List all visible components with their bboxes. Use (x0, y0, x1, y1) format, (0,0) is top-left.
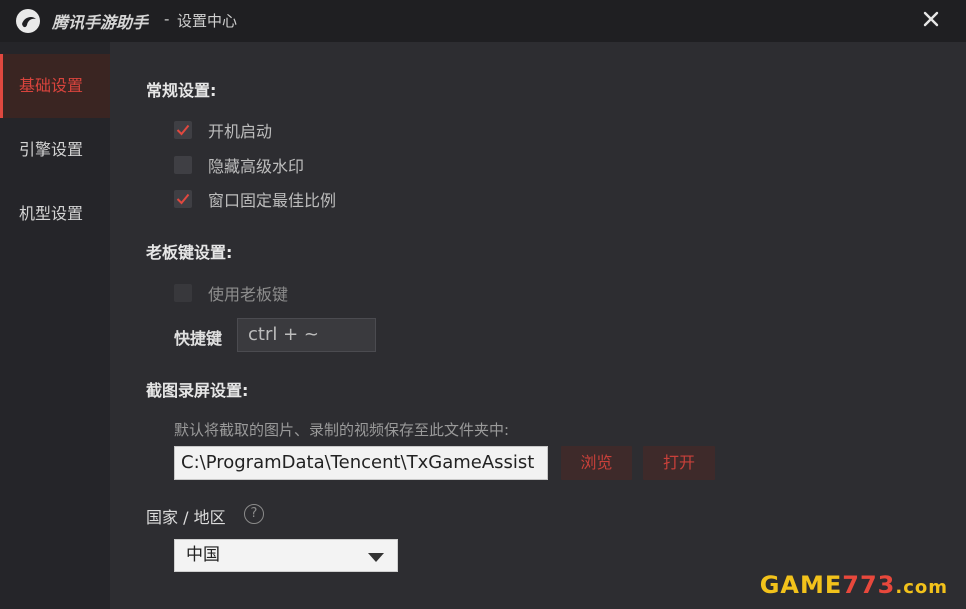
chevron-down-icon (368, 553, 384, 562)
settings-panel: 常规设置: 开机启动 隐藏高级水印 窗口固定最佳比例 老板键设置: 使用老板键 … (110, 42, 966, 609)
app-logo-icon (16, 9, 40, 33)
hide-watermark-label: 隐藏高级水印 (208, 157, 305, 176)
help-icon[interactable]: ? (244, 504, 264, 524)
sidebar-item-device[interactable]: 机型设置 (0, 182, 110, 246)
window-subtitle: 设置中心 (177, 12, 238, 30)
autostart-label: 开机启动 (208, 122, 273, 141)
hide-watermark-checkbox[interactable] (174, 156, 192, 174)
watermark-domain: .com (895, 577, 948, 598)
region-selected-value: 中国 (186, 545, 220, 565)
hotkey-label: 快捷键 (174, 329, 223, 348)
title-bar: 腾讯手游助手 - 设置中心 (0, 0, 966, 42)
check-icon (176, 124, 190, 136)
autostart-checkbox[interactable] (174, 121, 192, 139)
fixed-ratio-label: 窗口固定最佳比例 (208, 191, 337, 210)
sidebar-item-basic[interactable]: 基础设置 (0, 54, 110, 118)
use-boss-key-option[interactable]: 使用老板键 (174, 281, 288, 305)
watermark-game: GAME (759, 571, 843, 599)
capture-description: 默认将截取的图片、录制的视频保存至此文件夹中: (174, 421, 510, 439)
close-icon[interactable] (920, 8, 942, 30)
save-path-input[interactable]: C:\ProgramData\Tencent\TxGameAssist (174, 446, 548, 480)
general-section-title: 常规设置: (146, 81, 217, 100)
region-select[interactable]: 中国 (174, 539, 398, 572)
hotkey-input[interactable]: ctrl + ~ (237, 318, 376, 352)
hide-watermark-option[interactable]: 隐藏高级水印 (174, 153, 304, 177)
open-folder-button[interactable]: 打开 (643, 446, 715, 480)
boss-key-section-title: 老板键设置: (146, 243, 233, 262)
sidebar-item-engine[interactable]: 引擎设置 (0, 118, 110, 182)
use-boss-key-label: 使用老板键 (208, 285, 289, 304)
site-watermark: GAME773.com (760, 571, 948, 599)
app-title: 腾讯手游助手 (52, 13, 149, 32)
fixed-ratio-option[interactable]: 窗口固定最佳比例 (174, 187, 336, 211)
check-icon (176, 193, 190, 205)
use-boss-key-checkbox[interactable] (174, 284, 192, 302)
region-title: 国家 / 地区 (146, 508, 226, 527)
watermark-number: 773 (842, 571, 896, 599)
browse-button[interactable]: 浏览 (561, 446, 632, 480)
capture-section-title: 截图录屏设置: (146, 381, 249, 400)
sidebar: 基础设置 引擎设置 机型设置 (0, 42, 110, 609)
fixed-ratio-checkbox[interactable] (174, 190, 192, 208)
title-separator: - (164, 10, 170, 28)
autostart-option[interactable]: 开机启动 (174, 118, 272, 142)
